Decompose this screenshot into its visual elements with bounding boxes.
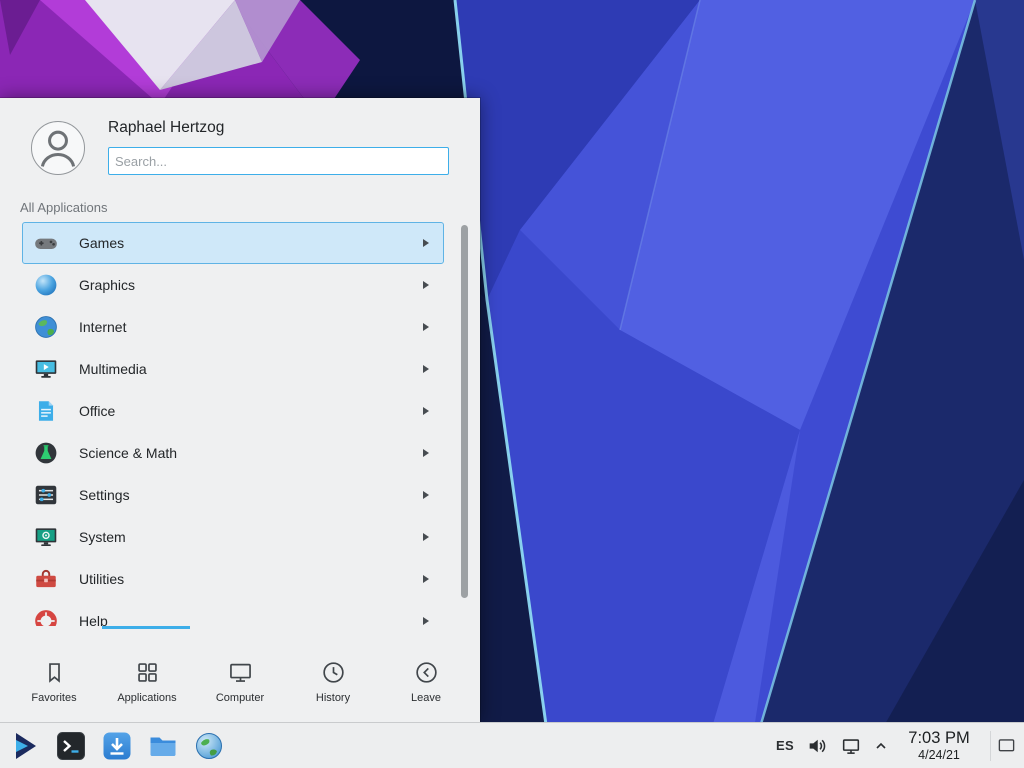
tab-leave[interactable]: Leave (381, 629, 471, 717)
terminal-icon (55, 730, 87, 762)
submenu-arrow-icon (423, 449, 429, 457)
submenu-arrow-icon (423, 323, 429, 331)
category-help[interactable]: Help (22, 600, 444, 626)
leave-logout-icon (413, 659, 440, 686)
clock-date: 4/24/21 (900, 748, 978, 762)
category-settings[interactable]: Settings (22, 474, 444, 516)
submenu-arrow-icon (423, 617, 429, 625)
submenu-arrow-icon (423, 491, 429, 499)
user-icon (32, 122, 84, 174)
tab-label: Leave (381, 692, 471, 704)
tab-favorites[interactable]: Favorites (9, 629, 99, 717)
history-clock-icon (320, 659, 347, 686)
submenu-arrow-icon (423, 365, 429, 373)
category-system[interactable]: System (22, 516, 444, 558)
web-browser-globe-icon (193, 730, 225, 762)
user-name: Raphael Hertzog (108, 119, 224, 137)
submenu-arrow-icon (423, 533, 429, 541)
multimedia-player-icon (33, 356, 59, 382)
keyboard-layout-indicator[interactable]: ES (776, 738, 794, 753)
computer-monitor-icon (227, 659, 254, 686)
office-document-icon (33, 398, 59, 424)
launcher-tab-bar: Favorites Applications Computer History (0, 629, 480, 722)
category-label: Science & Math (79, 445, 423, 461)
category-label: Office (79, 403, 423, 419)
category-games[interactable]: Games (22, 222, 444, 264)
category-label: Help (79, 613, 423, 626)
help-lifebuoy-icon (33, 608, 59, 626)
tab-label: Applications (102, 692, 192, 704)
submenu-arrow-icon (423, 281, 429, 289)
show-desktop-button[interactable] (990, 731, 1016, 761)
desktop: Raphael Hertzog All Applications Games G… (0, 0, 1024, 768)
system-tray: ES 7:03 PM 4/24/21 (776, 729, 1024, 762)
app-launcher-button[interactable] (8, 729, 41, 762)
category-label: Utilities (79, 571, 423, 587)
submenu-arrow-icon (423, 407, 429, 415)
utilities-toolbox-icon (33, 566, 59, 592)
category-label: Games (79, 235, 423, 251)
taskbar-left (0, 729, 225, 762)
category-science[interactable]: Science & Math (22, 432, 444, 474)
scrollbar[interactable] (461, 225, 468, 598)
discover-app-button[interactable] (100, 729, 133, 762)
submenu-arrow-icon (423, 575, 429, 583)
science-flask-icon (33, 440, 59, 466)
category-internet[interactable]: Internet (22, 306, 444, 348)
category-graphics[interactable]: Graphics (22, 264, 444, 306)
kde-app-launcher-icon (9, 730, 41, 762)
application-launcher-menu: Raphael Hertzog All Applications Games G… (0, 98, 480, 722)
games-gamepad-icon (33, 230, 59, 256)
network-icon[interactable] (840, 735, 862, 757)
tab-history[interactable]: History (288, 629, 378, 717)
section-label: All Applications (20, 200, 107, 215)
category-label: Internet (79, 319, 423, 335)
applications-grid-icon (134, 659, 161, 686)
category-label: System (79, 529, 423, 545)
submenu-arrow-icon (423, 239, 429, 247)
tab-label: History (288, 692, 378, 704)
category-list: Games Graphics Internet (0, 222, 480, 626)
graphics-sphere-icon (33, 272, 59, 298)
category-office[interactable]: Office (22, 390, 444, 432)
category-utilities[interactable]: Utilities (22, 558, 444, 600)
file-manager-folder-icon (147, 730, 179, 762)
tab-applications[interactable]: Applications (102, 629, 192, 717)
web-browser-button[interactable] (192, 729, 225, 762)
search-input[interactable] (108, 147, 449, 175)
clock-time: 7:03 PM (900, 729, 978, 748)
favorites-bookmark-icon (41, 659, 68, 686)
file-manager-button[interactable] (146, 729, 179, 762)
category-multimedia[interactable]: Multimedia (22, 348, 444, 390)
discover-installer-icon (101, 730, 133, 762)
tab-computer[interactable]: Computer (195, 629, 285, 717)
category-label: Settings (79, 487, 423, 503)
taskbar: ES 7:03 PM 4/24/21 (0, 722, 1024, 768)
category-label: Graphics (79, 277, 423, 293)
show-desktop-icon (997, 736, 1016, 755)
expand-tray-arrow-icon[interactable] (874, 739, 888, 753)
terminal-app-button[interactable] (54, 729, 87, 762)
internet-globe-icon (33, 314, 59, 340)
volume-icon[interactable] (806, 735, 828, 757)
launcher-header: Raphael Hertzog (0, 98, 480, 194)
clock-widget[interactable]: 7:03 PM 4/24/21 (900, 729, 978, 762)
tab-label: Computer (195, 692, 285, 704)
system-monitor-icon (33, 524, 59, 550)
settings-sliders-icon (33, 482, 59, 508)
user-avatar[interactable] (31, 121, 85, 175)
category-label: Multimedia (79, 361, 423, 377)
tab-label: Favorites (9, 692, 99, 704)
